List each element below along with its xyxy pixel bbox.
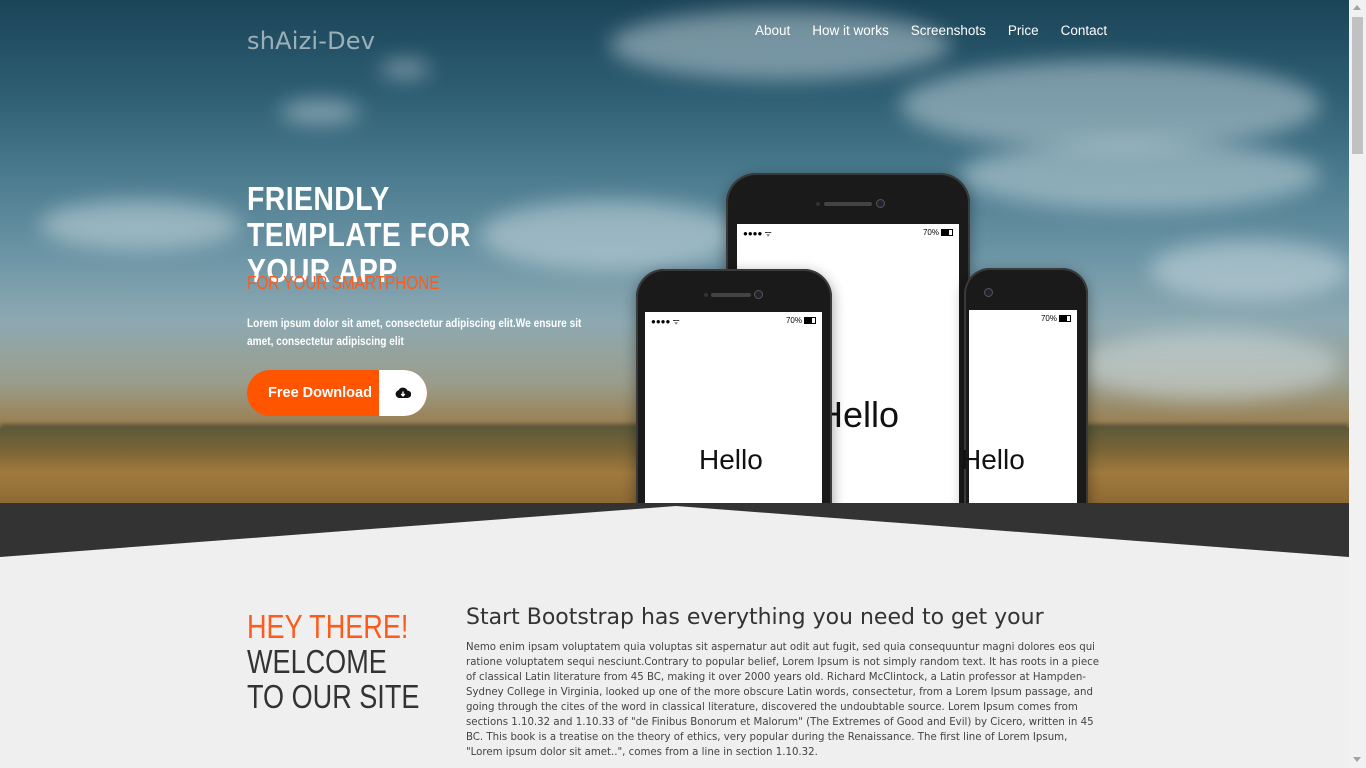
nav-price[interactable]: Price [1008,23,1039,39]
phone-camera [876,199,885,208]
phone-mockup-left: ●●●● ᯤ 70% Hello [636,269,832,503]
scroll-down-arrow-icon[interactable] [1353,757,1361,762]
phone-mockup-right: 70% Hello [961,268,1088,503]
cloud [280,100,360,124]
hero-section: shAizi-Dev About How it works Screenshot… [0,0,1349,503]
signal-icon: ●●●● ᯤ [743,229,772,238]
nav-screenshots[interactable]: Screenshots [911,23,986,39]
cloud [960,140,1320,210]
phone-screen: 70% Hello [961,310,1077,503]
cloud [900,60,1320,150]
phone-speaker [824,202,872,206]
nav-contact[interactable]: Contact [1061,23,1108,39]
cloud-download-icon [379,370,427,416]
cloud [610,10,950,80]
main-nav: About How it works Screenshots Price Con… [755,23,1129,39]
phone-sensor [816,202,820,206]
status-bar: ●●●● ᯤ 70% [743,228,953,239]
hero-description: Lorem ipsum dolor sit amet, consectetur … [247,318,582,348]
free-download-button[interactable]: Free Download [247,370,427,416]
battery-icon [804,317,816,325]
scrollbar-thumb[interactable] [1352,17,1363,154]
phone-camera [984,288,993,297]
brand-logo[interactable]: shAizi-Dev [247,27,375,55]
hello-text: Hello [961,444,1025,475]
hello-text: Hello [699,444,763,475]
about-title: Start Bootstrap has everything you need … [466,605,1044,630]
battery-label: 70% [1040,314,1057,323]
status-bar: 70% [975,314,1071,323]
phone-camera [754,290,763,299]
battery-label: 70% [922,228,939,237]
phone-speaker [711,293,751,297]
phone-screen: ●●●● ᯤ 70% Hello [645,312,822,503]
signal-icon: ●●●● ᯤ [651,317,680,326]
about-welcome-heading: WELCOME TO OUR SITE [247,643,420,715]
nav-how-it-works[interactable]: How it works [812,23,889,39]
section-divider [0,503,1349,558]
about-body-text: Nemo enim ipsam voluptatem quia voluptas… [466,642,1099,758]
cloud [1150,240,1349,300]
hero-subtitle: FOR YOUR SMARTPHONE [247,273,440,293]
scroll-up-arrow-icon[interactable] [1353,5,1361,10]
battery-icon [941,229,953,237]
status-bar: ●●●● ᯤ 70% [651,316,816,327]
page-scrollbar[interactable] [1349,0,1366,768]
battery-icon [1059,315,1071,323]
free-download-label: Free Download [268,385,372,401]
cloud [380,60,430,78]
nav-about[interactable]: About [755,23,790,39]
phone-sensor [704,293,708,297]
battery-label: 70% [785,316,802,325]
about-hey-heading: HEY THERE! [247,608,409,645]
cloud [40,200,240,250]
cloud [1080,330,1340,400]
